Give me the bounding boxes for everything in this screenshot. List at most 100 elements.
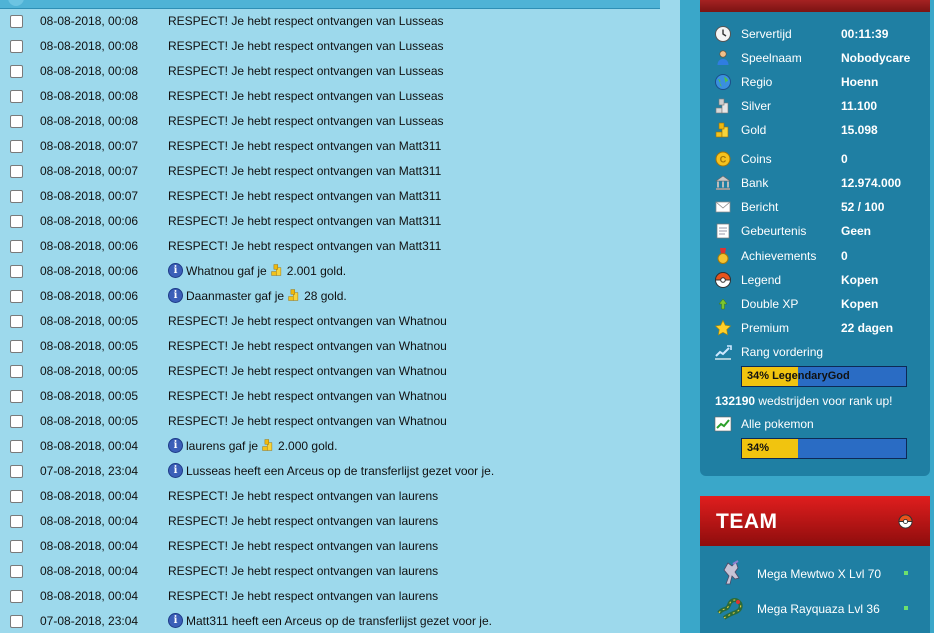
stat-label: Servertijd [741,27,792,41]
message-row: 08-08-2018, 00:08 RESPECT! Je hebt respec… [0,9,660,34]
message-row: 08-08-2018, 00:08 RESPECT! Je hebt respec… [0,59,660,84]
message-content: RESPECT! Je hebt respect ontvangen van M… [168,139,441,153]
message-checkbox[interactable] [10,240,23,253]
clock-icon [714,25,732,43]
message-date: 08-08-2018, 00:06 [40,214,139,228]
message-content: i Lusseas heeft een Arceus op de transfer… [168,463,495,478]
message-checkbox[interactable] [10,265,23,278]
message-text: RESPECT! Je hebt respect ontvangen van l… [168,589,439,603]
team-member-row[interactable]: Mega Mewtwo X Lvl 70 [700,556,930,590]
message-checkbox[interactable] [10,615,23,628]
message-checkbox[interactable] [10,465,23,478]
team-member-name[interactable]: Mega Mewtwo X Lvl 70 [757,567,881,581]
notepad-icon [714,222,732,240]
svg-text:C: C [720,155,727,165]
message-date: 08-08-2018, 00:04 [40,564,139,578]
stat-value[interactable]: Kopen [841,273,878,287]
stat-value: 00:11:39 [841,27,889,41]
arrow-up-icon [714,295,732,313]
message-date: 08-08-2018, 00:04 [40,539,139,553]
pokeball-icon[interactable] [898,514,913,529]
info-icon: i [168,613,183,628]
message-text: RESPECT! Je hebt respect ontvangen van W… [168,364,447,378]
stat-label: Bericht [741,200,779,214]
stat-row-regio: Regio Hoenn [714,72,926,92]
message-text: RESPECT! Je hebt respect ontvangen van W… [168,314,447,328]
message-content: RESPECT! Je hebt respect ontvangen van W… [168,339,447,353]
status-dot-icon [904,606,908,610]
team-member-name[interactable]: Mega Rayquaza Lvl 36 [757,602,880,616]
stat-label: Alle pokemon [741,417,814,431]
stat-value: 12.974.000 [841,176,902,190]
message-content: RESPECT! Je hebt respect ontvangen van L… [168,64,444,78]
message-checkbox[interactable] [10,290,23,303]
gold-coins-icon [287,288,301,302]
pokemon-progress-text: 34% [747,442,770,454]
team-title: TEAM [716,510,778,533]
message-checkbox[interactable] [10,65,23,78]
message-amount-text: 28 gold. [304,289,347,303]
message-row: 07-08-2018, 23:04 i Matt311 heeft een Arce… [0,609,660,633]
user-icon [714,49,732,67]
message-text: Lusseas heeft een Arceus op de transferl… [186,464,495,478]
message-date: 08-08-2018, 00:08 [40,89,139,103]
stat-label: Double XP [741,297,799,311]
message-text: RESPECT! Je hebt respect ontvangen van L… [168,39,444,53]
stat-label: Rang vordering [741,345,824,359]
stat-row-gebeurtenis: Gebeurtenis Geen [714,221,926,241]
message-checkbox[interactable] [10,515,23,528]
message-date: 08-08-2018, 00:05 [40,314,139,328]
stat-label: Regio [741,75,773,89]
message-content: RESPECT! Je hebt respect ontvangen van l… [168,564,438,578]
message-checkbox[interactable] [10,215,23,228]
message-content: RESPECT! Je hebt respect ontvangen van l… [168,514,438,528]
log-header-bar [0,0,660,9]
info-icon: i [168,288,183,303]
silver-coins-icon [714,97,732,115]
message-text: RESPECT! Je hebt respect ontvangen van W… [168,414,447,428]
message-date: 08-08-2018, 00:04 [40,514,139,528]
message-content: RESPECT! Je hebt respect ontvangen van M… [168,164,441,178]
stat-value: Nobodycare [841,51,911,65]
message-checkbox[interactable] [10,590,23,603]
stat-row-achievements: Achievements 0 [714,246,926,266]
message-date: 07-08-2018, 23:04 [40,464,139,478]
message-checkbox[interactable] [10,440,23,453]
message-checkbox[interactable] [10,390,23,403]
message-date: 08-08-2018, 00:08 [40,39,139,53]
message-date: 08-08-2018, 00:05 [40,339,139,353]
message-row: 08-08-2018, 00:04 i laurens gaf je 2.000 go… [0,434,660,459]
message-checkbox[interactable] [10,565,23,578]
message-checkbox[interactable] [10,490,23,503]
message-date: 08-08-2018, 00:05 [40,389,139,403]
stat-row-premium: Premium 22 dagen [714,318,926,338]
message-checkbox[interactable] [10,15,23,28]
message-checkbox[interactable] [10,340,23,353]
stat-value[interactable]: 52 / 100 [841,200,884,214]
message-checkbox[interactable] [10,140,23,153]
message-row: 08-08-2018, 00:05 RESPECT! Je hebt respec… [0,359,660,384]
message-checkbox[interactable] [10,365,23,378]
stat-value[interactable]: Kopen [841,297,878,311]
message-content: i laurens gaf je 2.000 gold. [168,438,338,453]
message-text: RESPECT! Je hebt respect ontvangen van L… [168,89,444,103]
stat-row-silver: Silver 11.100 [714,96,926,116]
message-checkbox[interactable] [10,415,23,428]
message-amount-text: 2.001 gold. [286,264,347,278]
gold-coins-icon [714,121,732,139]
message-checkbox[interactable] [10,90,23,103]
message-content: i Daanmaster gaf je 28 gold. [168,288,347,303]
message-checkbox[interactable] [10,190,23,203]
message-checkbox[interactable] [10,315,23,328]
stat-label: Legend [741,273,782,287]
message-row: 08-08-2018, 00:05 RESPECT! Je hebt respec… [0,334,660,359]
message-date: 08-08-2018, 00:07 [40,164,139,178]
message-checkbox[interactable] [10,115,23,128]
message-checkbox[interactable] [10,40,23,53]
team-member-row[interactable]: Mega Rayquaza Lvl 36 [700,591,930,625]
log-header-tab[interactable] [8,0,24,6]
message-checkbox[interactable] [10,540,23,553]
message-checkbox[interactable] [10,165,23,178]
globe-icon [714,73,732,91]
message-amount-text: 2.000 gold. [278,439,338,453]
